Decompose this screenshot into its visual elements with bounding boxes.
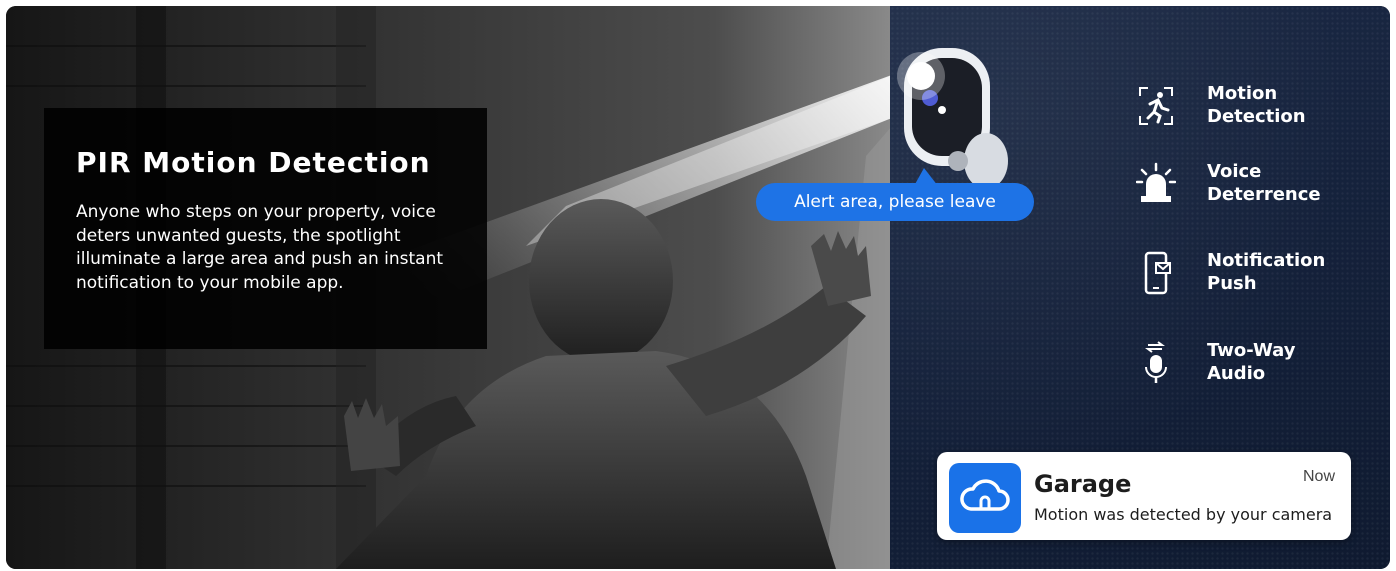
headline-description: Anyone who steps on your property, voice… bbox=[76, 202, 444, 293]
feature-label: Motion Detection bbox=[1207, 83, 1306, 127]
feature-voice-deterrence: Voice Deterrence bbox=[1136, 160, 1356, 210]
cloud-icon bbox=[960, 479, 1010, 511]
app-icon bbox=[949, 463, 1021, 533]
feature-label: Voice Deterrence bbox=[1207, 161, 1321, 205]
headline-title: PIR Motion Detection bbox=[76, 146, 431, 179]
security-camera-illustration bbox=[897, 48, 1008, 189]
phone-notification-icon bbox=[1144, 251, 1171, 295]
alert-speech-bubble: Alert area, please leave bbox=[756, 183, 1034, 221]
feature-two-way-audio: Two-Way Audio bbox=[1136, 339, 1356, 389]
feature-notification-push: Notification Push bbox=[1136, 249, 1356, 299]
notification-title: Garage bbox=[1034, 470, 1132, 498]
feature-label: Notification Push bbox=[1207, 250, 1326, 294]
feature-motion-detection: Motion Detection bbox=[1136, 82, 1356, 132]
notification-message: Motion was detected by your camera bbox=[1034, 505, 1333, 524]
description-box: PIR Motion Detection Anyone who steps on… bbox=[44, 108, 487, 349]
feature-label: Two-Way Audio bbox=[1207, 340, 1296, 384]
notification-time: Now bbox=[1302, 468, 1335, 485]
push-notification-card[interactable]: Garage Now Motion was detected by your c… bbox=[937, 452, 1351, 540]
siren-icon bbox=[1136, 162, 1176, 202]
motion-runner-icon bbox=[1139, 87, 1173, 125]
microphone-arrows-icon bbox=[1145, 341, 1167, 383]
